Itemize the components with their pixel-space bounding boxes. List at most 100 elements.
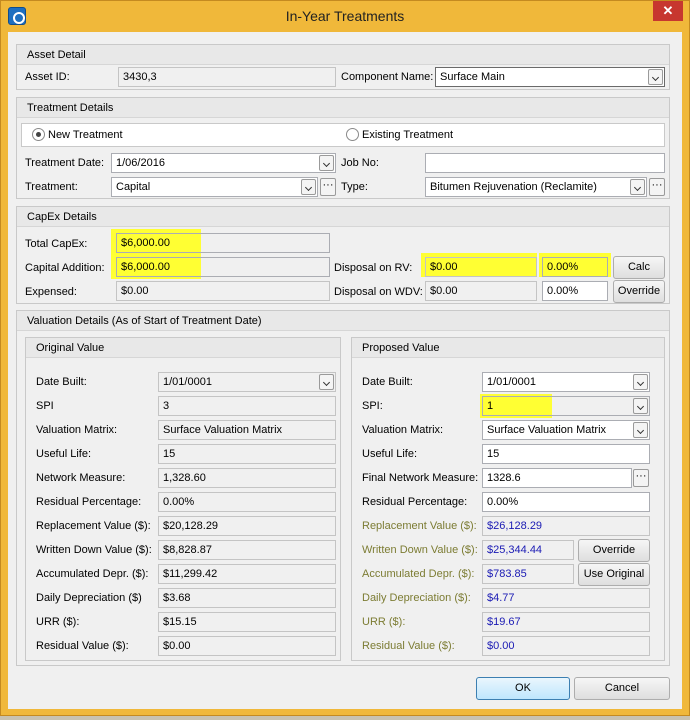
orig-spi-field: 3 <box>158 396 336 416</box>
orig-date-built-label: Date Built: <box>36 376 87 388</box>
capex-heading: CapEx Details <box>17 207 669 227</box>
orig-daily-field: $3.68 <box>158 588 336 608</box>
orig-accum-field: $11,299.42 <box>158 564 336 584</box>
orig-residual-value-field: $0.00 <box>158 636 336 656</box>
prop-useful-life-label: Useful Life: <box>362 448 418 460</box>
prop-matrix-value: Surface Valuation Matrix <box>487 424 607 436</box>
orig-residual-pct-field: 0.00% <box>158 492 336 512</box>
treatment-browse-button[interactable]: ··· <box>320 178 336 196</box>
existing-treatment-radio[interactable] <box>346 128 359 141</box>
orig-replacement-field: $20,128.29 <box>158 516 336 536</box>
asset-id-label: Asset ID: <box>25 71 70 83</box>
job-no-input[interactable] <box>425 153 665 173</box>
type-label: Type: <box>341 181 368 193</box>
treatment-value: Capital <box>116 181 151 193</box>
close-button[interactable]: ✕ <box>653 1 683 21</box>
orig-matrix-label: Valuation Matrix: <box>36 424 118 436</box>
ok-button[interactable]: OK <box>476 677 570 700</box>
orig-replacement-label: Replacement Value ($): <box>36 520 151 532</box>
prop-wdv-label: Written Down Value ($): <box>362 544 478 556</box>
prop-useful-life-input[interactable]: 15 <box>482 444 650 464</box>
prop-replacement-field: $26,128.29 <box>482 516 650 536</box>
orig-residual-pct-label: Residual Percentage: <box>36 496 142 508</box>
valuation-override-button[interactable]: Override <box>578 539 650 562</box>
prop-urr-field: $19.67 <box>482 612 650 632</box>
expensed-label: Expensed: <box>25 286 77 298</box>
chevron-down-icon <box>319 374 334 390</box>
title-bar[interactable]: In-Year Treatments ✕ <box>1 1 689 31</box>
new-treatment-label[interactable]: New Treatment <box>48 128 123 142</box>
type-select[interactable]: Bitumen Rejuvenation (Reclamite) <box>425 177 647 197</box>
asset-detail-group: Asset Detail Asset ID: 3430,3 Component … <box>16 44 670 90</box>
type-browse-button[interactable]: ··· <box>649 178 665 196</box>
prop-spi-select[interactable]: 1 <box>482 396 650 416</box>
prop-network-measure-input[interactable]: 1328.6 <box>482 468 632 488</box>
asset-id-field: 3430,3 <box>118 67 336 87</box>
use-original-button[interactable]: Use Original <box>578 563 650 586</box>
chevron-down-icon[interactable] <box>319 155 334 171</box>
original-value-group: Original Value Date Built: 1/01/0001 SPI… <box>25 337 341 661</box>
prop-residual-value-label: Residual Value ($): <box>362 640 455 652</box>
orig-network-measure-field: 1,328.60 <box>158 468 336 488</box>
capex-details-group: CapEx Details Total CapEx: $6,000.00 Cap… <box>16 206 670 304</box>
prop-network-measure-label: Final Network Measure: <box>362 472 479 484</box>
treatment-details-heading: Treatment Details <box>17 98 669 118</box>
prop-spi-label: SPI: <box>362 400 383 412</box>
orig-daily-label: Daily Depreciation ($) <box>36 592 142 604</box>
cancel-button[interactable]: Cancel <box>574 677 670 700</box>
network-measure-browse-button[interactable]: ··· <box>633 469 649 487</box>
capital-addition-input[interactable]: $6,000.00 <box>116 257 330 277</box>
new-treatment-radio[interactable] <box>32 128 45 141</box>
disposal-wdv-label: Disposal on WDV: <box>334 286 423 298</box>
disposal-wdv-field: $0.00 <box>425 281 537 301</box>
chevron-down-icon[interactable] <box>648 69 663 85</box>
type-value: Bitumen Rejuvenation (Reclamite) <box>430 181 597 193</box>
prop-residual-pct-input[interactable]: 0.00% <box>482 492 650 512</box>
component-name-value: Surface Main <box>440 71 505 83</box>
chevron-down-icon[interactable] <box>633 374 648 390</box>
prop-spi-value: 1 <box>487 400 494 412</box>
treatment-date-picker[interactable]: 1/06/2016 <box>111 153 336 173</box>
prop-date-built-value: 1/01/0001 <box>487 376 536 388</box>
calc-button[interactable]: Calc <box>613 256 665 279</box>
disposal-rv-field: $0.00 <box>425 257 537 277</box>
asset-detail-heading: Asset Detail <box>17 45 669 65</box>
orig-urr-field: $15.15 <box>158 612 336 632</box>
treatment-select[interactable]: Capital <box>111 177 318 197</box>
disposal-rv-pct-input[interactable]: 0.00% <box>542 257 608 277</box>
job-no-label: Job No: <box>341 157 379 169</box>
prop-accum-label: Accumulated Depr. ($): <box>362 568 475 580</box>
chevron-down-icon[interactable] <box>633 398 648 414</box>
orig-wdv-label: Written Down Value ($): <box>36 544 152 556</box>
chevron-down-icon[interactable] <box>301 179 316 195</box>
orig-useful-life-field: 15 <box>158 444 336 464</box>
proposed-value-group: Proposed Value Date Built: 1/01/0001 SPI… <box>351 337 665 661</box>
prop-wdv-field: $25,344.44 <box>482 540 574 560</box>
window-title: In-Year Treatments <box>285 8 405 24</box>
prop-date-built-picker[interactable]: 1/01/0001 <box>482 372 650 392</box>
prop-matrix-select[interactable]: Surface Valuation Matrix <box>482 420 650 440</box>
dialog-window: In-Year Treatments ✕ Asset Detail Asset … <box>0 0 690 716</box>
original-value-heading: Original Value <box>26 338 340 358</box>
orig-date-built-value: 1/01/0001 <box>163 376 212 388</box>
prop-urr-label: URR ($): <box>362 616 406 628</box>
orig-date-built-field: 1/01/0001 <box>158 372 336 392</box>
capex-override-button[interactable]: Override <box>613 280 665 303</box>
prop-daily-field: $4.77 <box>482 588 650 608</box>
orig-matrix-field: Surface Valuation Matrix <box>158 420 336 440</box>
prop-replacement-label: Replacement Value ($): <box>362 520 477 532</box>
existing-treatment-label[interactable]: Existing Treatment <box>362 128 453 142</box>
total-capex-input[interactable]: $6,000.00 <box>116 233 330 253</box>
orig-accum-label: Accumulated Depr. ($): <box>36 568 149 580</box>
component-name-label: Component Name: <box>341 71 434 83</box>
disposal-wdv-pct-input[interactable]: 0.00% <box>542 281 608 301</box>
chevron-down-icon[interactable] <box>630 179 645 195</box>
total-capex-label: Total CapEx: <box>25 238 88 250</box>
orig-spi-label: SPI <box>36 400 54 412</box>
component-name-select[interactable]: Surface Main <box>435 67 665 87</box>
dialog-client: Asset Detail Asset ID: 3430,3 Component … <box>8 32 682 709</box>
prop-daily-label: Daily Depreciation ($): <box>362 592 471 604</box>
orig-wdv-field: $8,828.87 <box>158 540 336 560</box>
chevron-down-icon[interactable] <box>633 422 648 438</box>
expensed-field: $0.00 <box>116 281 330 301</box>
